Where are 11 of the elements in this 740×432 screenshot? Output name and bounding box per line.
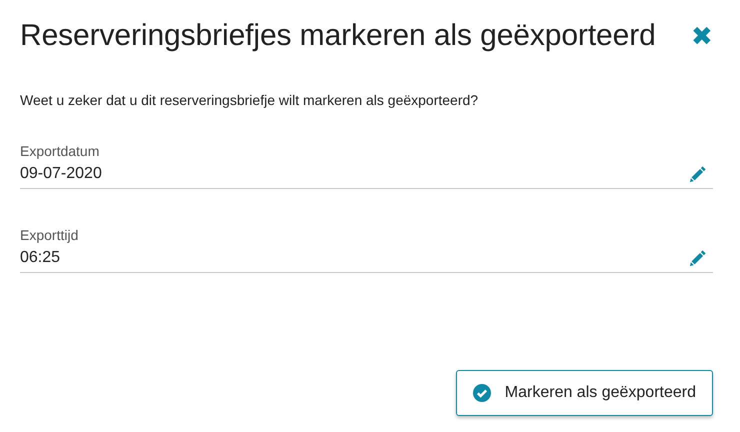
edit-icon[interactable] bbox=[689, 249, 707, 267]
mark-exported-button[interactable]: Markeren als geëxporteerd bbox=[456, 370, 713, 416]
close-button[interactable]: ✖ bbox=[691, 23, 713, 49]
edit-icon[interactable] bbox=[689, 165, 707, 183]
field-label: Exporttijd bbox=[20, 226, 80, 245]
input-field[interactable]: 06:25 bbox=[20, 246, 689, 270]
check-circle-icon bbox=[472, 384, 491, 402]
input-field[interactable]: 09-07-2020 bbox=[20, 162, 689, 186]
dialog-title: Reserveringsbriefjes markeren als geëxporteerd bbox=[20, 18, 656, 54]
confirmation-message: Weet u zeker dat u dit reserveringsbriefje wilt markeren als geëxporteerd? bbox=[20, 91, 480, 110]
field-label: Exportdatum bbox=[20, 142, 100, 161]
